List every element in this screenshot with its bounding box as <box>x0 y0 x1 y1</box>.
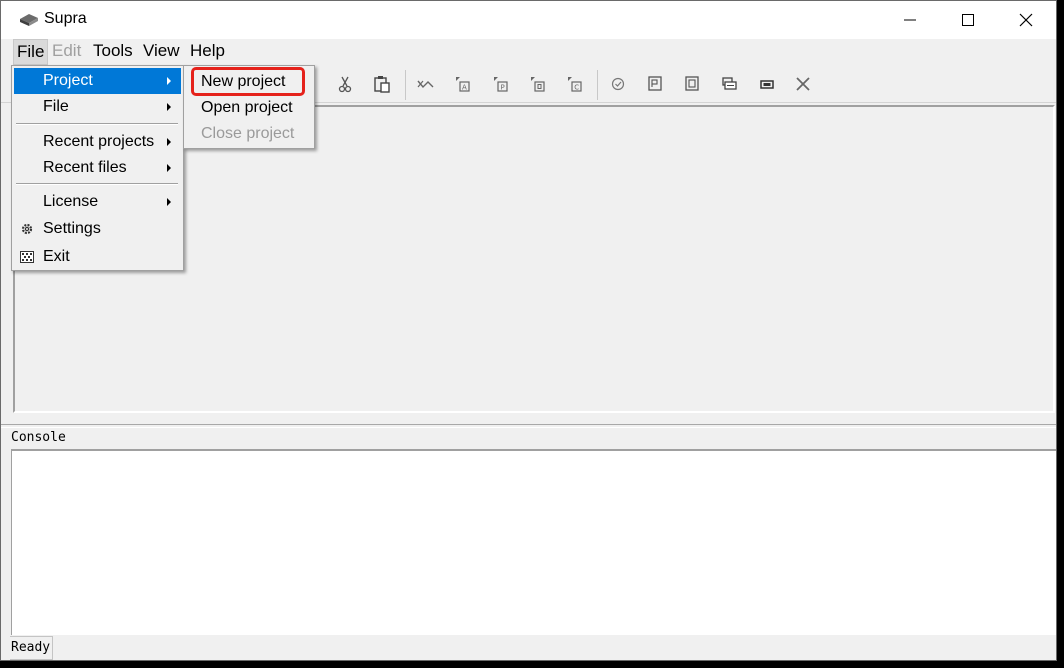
close-project-label: Close project <box>201 125 295 142</box>
menu-file-label: File <box>17 42 45 61</box>
add-d-icon[interactable] <box>528 74 548 94</box>
toolbar-separator <box>597 70 598 100</box>
add-a-icon[interactable]: A <box>453 74 473 94</box>
submenu-arrow-icon <box>167 103 171 111</box>
file-menu-file-label: File <box>43 98 69 115</box>
console-output[interactable] <box>11 449 1056 635</box>
window-title: Supra <box>44 10 87 27</box>
submenu-arrow-icon <box>167 198 171 206</box>
panel-p-icon[interactable] <box>645 74 665 94</box>
close-project-item: Close project <box>186 121 312 147</box>
file-menu-project-label: Project <box>43 72 93 89</box>
app-window: Supra File Edit Tools View Help A P C Co… <box>0 0 1057 661</box>
open-project-label: Open project <box>201 99 293 116</box>
minimize-icon <box>904 19 916 21</box>
menu-view[interactable]: View <box>140 39 183 65</box>
menu-help-label: Help <box>190 41 225 60</box>
menu-separator <box>16 123 178 125</box>
status-bar: Ready <box>1 635 1056 660</box>
svg-text:A: A <box>462 84 467 92</box>
status-text: Ready <box>10 636 53 660</box>
panel-splitter[interactable] <box>1 424 1056 428</box>
file-menu-recent-projects[interactable]: Recent projects <box>14 129 181 155</box>
file-menu-dropdown: Project File Recent projects Recent file… <box>11 65 184 271</box>
menu-view-label: View <box>143 41 180 60</box>
check-icon[interactable] <box>608 74 628 94</box>
delete-icon[interactable] <box>793 74 813 94</box>
svg-text:P: P <box>501 84 505 92</box>
panel-frame-icon[interactable] <box>682 74 702 94</box>
menu-tools-label: Tools <box>93 41 133 60</box>
file-menu-recent-projects-label: Recent projects <box>43 133 155 150</box>
open-project-item[interactable]: Open project <box>186 95 312 121</box>
toolbar-separator <box>405 70 406 100</box>
paste-icon[interactable] <box>372 74 392 94</box>
stack-icon[interactable] <box>719 74 739 94</box>
menu-help[interactable]: Help <box>187 39 228 65</box>
menu-separator <box>16 183 178 185</box>
menu-file[interactable]: File <box>13 39 49 65</box>
file-menu-settings-label: Settings <box>43 220 101 237</box>
file-menu-project[interactable]: Project <box>14 68 181 94</box>
submenu-arrow-icon <box>167 138 171 146</box>
file-menu-license[interactable]: License <box>14 189 181 215</box>
console-label: Console <box>11 430 66 445</box>
file-menu-exit-label: Exit <box>43 248 70 265</box>
file-menu-recent-files-label: Recent files <box>43 159 127 176</box>
new-project-highlight <box>191 67 305 96</box>
chip-icon[interactable] <box>757 74 777 94</box>
add-c-icon[interactable]: C <box>565 74 585 94</box>
cut-icon[interactable] <box>335 74 355 94</box>
file-menu-exit[interactable]: Exit <box>14 244 181 270</box>
maximize-button[interactable] <box>939 1 997 39</box>
file-menu-file[interactable]: File <box>14 94 181 120</box>
route-icon[interactable] <box>416 74 436 94</box>
app-logo-icon <box>20 14 38 26</box>
add-p-icon[interactable]: P <box>491 74 511 94</box>
close-icon <box>1019 13 1033 27</box>
minimize-button[interactable] <box>881 1 939 39</box>
title-bar: Supra <box>1 1 1056 39</box>
settings-gear-icon <box>21 223 33 235</box>
close-button[interactable] <box>997 1 1055 39</box>
svg-text:C: C <box>574 84 579 92</box>
submenu-arrow-icon <box>167 164 171 172</box>
exit-icon <box>20 251 34 263</box>
submenu-arrow-icon <box>167 77 171 85</box>
menu-tools[interactable]: Tools <box>90 39 136 65</box>
file-menu-license-label: License <box>43 193 99 210</box>
file-menu-settings[interactable]: Settings <box>14 216 181 242</box>
maximize-icon <box>962 14 974 26</box>
menu-bar: File Edit Tools View Help <box>1 39 1056 65</box>
menu-edit[interactable]: Edit <box>49 39 84 65</box>
file-menu-recent-files[interactable]: Recent files <box>14 155 181 181</box>
menu-edit-label: Edit <box>52 41 82 60</box>
